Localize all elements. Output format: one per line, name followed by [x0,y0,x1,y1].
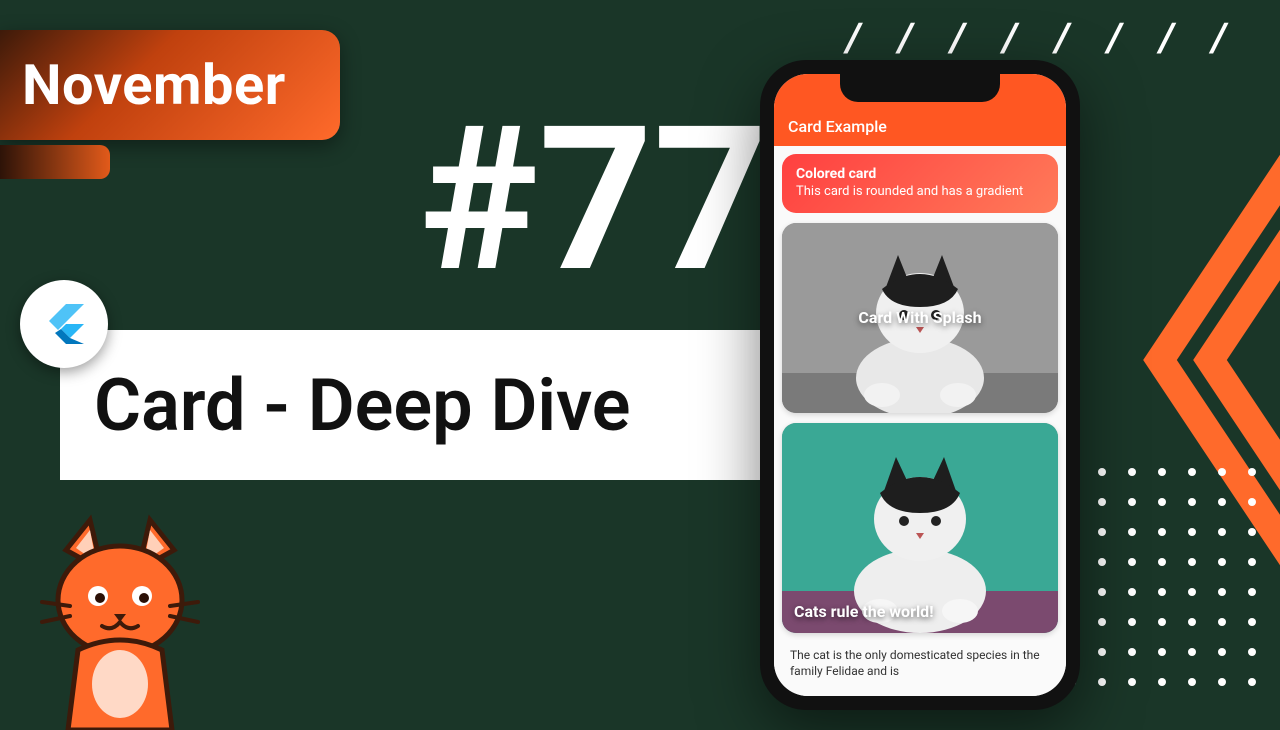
app-bar-title: Card Example [788,117,887,136]
flutter-icon [40,300,88,348]
month-banner: November [0,30,340,140]
gradient-card-title: Colored card [796,166,1044,182]
month-banner-tab [0,145,110,179]
hero-card[interactable]: Cats rule the world! [782,423,1058,633]
gradient-card-subtitle: This card is rounded and has a gradient [796,184,1044,201]
decorative-slashes: / / / / / / / / [846,14,1240,61]
phone-notch [840,74,1000,102]
title-card: Card - Deep Dive [60,330,780,480]
month-label: November [22,52,286,118]
splash-card[interactable]: Card With Splash [782,223,1058,413]
phone-mockup: Card Example Colored card This card is r… [760,60,1080,710]
splash-card-label: Card With Splash [782,223,1058,413]
episode-number: #77 [420,100,768,300]
gradient-card[interactable]: Colored card This card is rounded and ha… [782,154,1058,213]
cat-mascot-icon [20,510,220,730]
app-content[interactable]: Colored card This card is rounded and ha… [774,146,1066,696]
flutter-logo-badge [20,280,108,368]
card-description: The cat is the only domesticated species… [782,643,1058,679]
phone-screen: Card Example Colored card This card is r… [774,74,1066,696]
title-text: Card - Deep Dive [94,363,630,448]
hero-card-label: Cats rule the world! [794,602,934,621]
